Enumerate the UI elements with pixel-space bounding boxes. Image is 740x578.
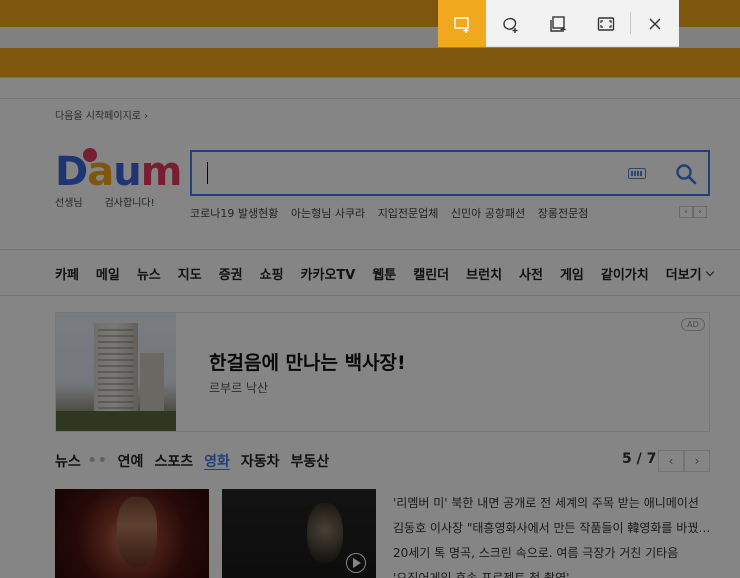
nav-more-button[interactable]: 더보기 (665, 264, 714, 283)
set-startpage-link[interactable]: 다음을 시작페이지로 › (55, 107, 148, 122)
ad-title: 한걸음에 만나는 백사장! (209, 352, 406, 374)
trending-keywords: 코로나19 발생현황 아는형님 사쿠라 지입전문업체 신민아 공항패션 장롱전문… (190, 205, 597, 221)
snip-toolbar (438, 0, 679, 47)
nav-item-news[interactable]: 뉴스 (137, 264, 161, 283)
search-input[interactable] (202, 160, 612, 186)
logo-caption-right: 검사합니다! (104, 198, 155, 209)
nav-more-label: 더보기 (665, 268, 702, 283)
trend-pager: ‹ › (679, 206, 707, 218)
rectangle-snip-icon (454, 16, 469, 33)
carnation-icon (83, 148, 97, 162)
rectangle-snip-button[interactable] (438, 0, 486, 47)
ad-subtitle: 르부르 낙산 (209, 381, 269, 395)
ad-trees (56, 411, 176, 431)
content-tabs: 뉴스 •• 연예 스포츠 영화 자동차 부동산 (55, 451, 340, 471)
nav-item-shopping[interactable]: 쇼핑 (260, 264, 284, 283)
ad-building (94, 323, 138, 419)
nav-item-cafe[interactable]: 카페 (55, 264, 79, 283)
tab-entertainment[interactable]: 연예 (118, 451, 144, 471)
news-item[interactable]: 김동호 이사장 "태흥영화사에서 만든 작품들이 韓영화를 바꿨다" (393, 519, 713, 544)
browser-bookmark-bar (0, 48, 740, 77)
text-cursor (207, 162, 208, 184)
keyboard-icon[interactable] (628, 168, 646, 179)
news-item[interactable]: 20세기 톡 명곡, 스크린 속으로. 여름 극장가 거친 기타음 (393, 544, 713, 569)
nav-item-calendar[interactable]: 캘린더 (413, 264, 449, 283)
ad-image (56, 313, 176, 431)
trend-keyword[interactable]: 신민아 공항패션 (451, 207, 525, 220)
fullscreen-snip-button[interactable] (582, 0, 630, 47)
tab-news[interactable]: 뉴스 (55, 451, 81, 471)
divider (0, 249, 740, 250)
logo-letter: m (140, 149, 183, 195)
window-snip-button[interactable] (534, 0, 582, 47)
trend-prev-button[interactable]: ‹ (679, 206, 693, 218)
nav-item-map[interactable]: 지도 (178, 264, 202, 283)
thumbnail-subject (117, 497, 157, 567)
fullscreen-snip-icon (597, 16, 615, 31)
trend-keyword[interactable]: 지입전문업체 (378, 207, 439, 220)
window-snip-icon (550, 15, 566, 32)
tab-car[interactable]: 자동차 (241, 451, 280, 471)
ad-building (140, 353, 164, 419)
tab-dots: •• (87, 453, 108, 469)
logo-doodle-caption: 선생님 검사합니다! (55, 194, 155, 209)
divider (0, 295, 740, 296)
tab-next-button[interactable]: › (684, 450, 710, 472)
freeform-snip-button[interactable] (486, 0, 534, 47)
nav-item-together[interactable]: 같이가치 (601, 264, 649, 283)
tab-pager: ‹ › (658, 450, 710, 472)
trend-keyword[interactable]: 코로나19 발생현황 (190, 207, 278, 220)
nav-item-stock[interactable]: 증권 (219, 264, 243, 283)
news-list: '리멤버 미' 북한 내면 공개로 전 세계의 주목 받는 애니메이션 김동호 … (393, 494, 713, 578)
movie-thumbnail[interactable] (222, 489, 376, 578)
tab-realestate[interactable]: 부동산 (290, 451, 329, 471)
nav-item-kakaotv[interactable]: 카카오TV (301, 264, 356, 283)
trend-keyword[interactable]: 장롱전문점 (538, 207, 589, 220)
divider (0, 77, 740, 78)
trend-keyword[interactable]: 아는형님 사쿠라 (291, 207, 365, 220)
service-nav: 카페 메일 뉴스 지도 증권 쇼핑 카카오TV 웹툰 캘린더 브런치 사전 게임… (55, 264, 714, 283)
ad-banner[interactable]: 한걸음에 만나는 백사장! 르부르 낙산 AD (55, 312, 710, 432)
logo-wordmark: Daum (55, 148, 183, 196)
nav-item-mail[interactable]: 메일 (96, 264, 120, 283)
nav-item-webtoon[interactable]: 웹툰 (372, 264, 396, 283)
search-box[interactable] (190, 150, 710, 196)
daum-logo[interactable]: Daum 선생님 검사합니다! (55, 148, 182, 212)
tab-page-indicator: 5 / 7 (622, 451, 657, 467)
tab-movie[interactable]: 영화 (204, 451, 230, 471)
movie-thumbnail[interactable] (55, 489, 209, 578)
nav-item-game[interactable]: 게임 (560, 264, 584, 283)
news-item[interactable]: '리멤버 미' 북한 내면 공개로 전 세계의 주목 받는 애니메이션 (393, 494, 713, 519)
tab-prev-button[interactable]: ‹ (658, 450, 684, 472)
close-snip-button[interactable] (631, 0, 679, 47)
play-icon[interactable] (346, 553, 366, 573)
tab-sports[interactable]: 스포츠 (154, 451, 193, 471)
search-icon[interactable] (674, 162, 698, 186)
freeform-snip-icon (503, 17, 518, 33)
nav-item-brunch[interactable]: 브런치 (466, 264, 502, 283)
thumbnail-subject (307, 503, 343, 563)
news-item[interactable]: '오징어게임 후속 프로젝트 첫 촬영' (393, 569, 713, 578)
nav-item-dictionary[interactable]: 사전 (519, 264, 543, 283)
logo-letter: u (113, 149, 142, 195)
close-icon (649, 18, 661, 29)
trend-next-button[interactable]: › (693, 206, 707, 218)
chevron-down-icon (705, 267, 714, 276)
logo-caption-left: 선생님 (55, 198, 83, 209)
ad-badge: AD (681, 318, 705, 331)
divider (0, 98, 740, 99)
